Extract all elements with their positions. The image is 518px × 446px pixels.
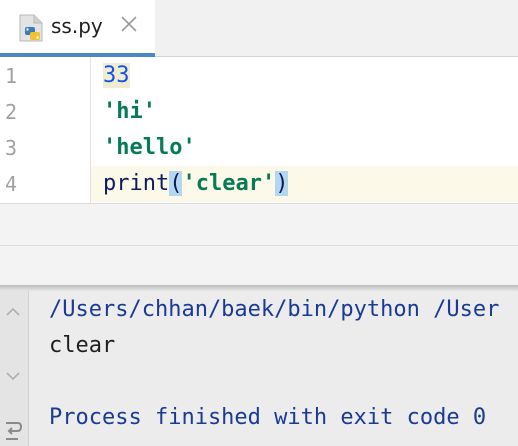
close-paren: ) — [275, 171, 289, 196]
console-command-line: /Users/chhan/baek/bin/python /User — [49, 297, 500, 322]
code-line-4[interactable]: print('clear') — [103, 166, 289, 202]
console-exit-message: Process finished with exit code 0 — [49, 405, 487, 430]
console-output-line: clear — [49, 333, 116, 358]
console-toolbar — [0, 291, 29, 446]
code-line-3[interactable]: 'hello' — [103, 130, 196, 166]
editor-lower-pane — [0, 203, 518, 287]
python-file-icon — [19, 14, 43, 42]
tab-filename: ss.py — [51, 14, 103, 38]
line-number: 2 — [5, 100, 18, 124]
code-line-2[interactable]: 'hi' — [103, 94, 156, 130]
open-paren: ( — [169, 171, 183, 196]
code-line-1[interactable]: 33 — [103, 58, 130, 94]
pane-divider — [0, 245, 518, 246]
string-literal: 'clear' — [182, 171, 276, 196]
code-editor[interactable]: 1 2 3 4 33 'hi' 'hello' print('clear') — [0, 57, 518, 203]
line-number: 1 — [5, 64, 18, 88]
chevron-down-icon[interactable] — [4, 367, 22, 385]
string-literal: 'hello' — [103, 135, 196, 160]
chevron-up-icon[interactable] — [4, 303, 22, 321]
close-icon[interactable] — [119, 14, 139, 34]
line-number: 4 — [5, 172, 18, 196]
run-console[interactable]: /Users/chhan/baek/bin/python /User clear… — [0, 291, 518, 446]
tab-ss-py[interactable]: ss.py — [0, 0, 155, 57]
number-literal: 33 — [103, 63, 130, 88]
string-literal: 'hi' — [103, 99, 156, 124]
line-number: 3 — [5, 136, 18, 160]
line-number-gutter: 1 2 3 4 — [0, 57, 90, 203]
soft-wrap-icon[interactable] — [2, 417, 24, 443]
editor-tab-bar: ss.py — [0, 0, 518, 57]
gutter-divider — [90, 57, 91, 203]
function-name: print — [103, 171, 170, 196]
